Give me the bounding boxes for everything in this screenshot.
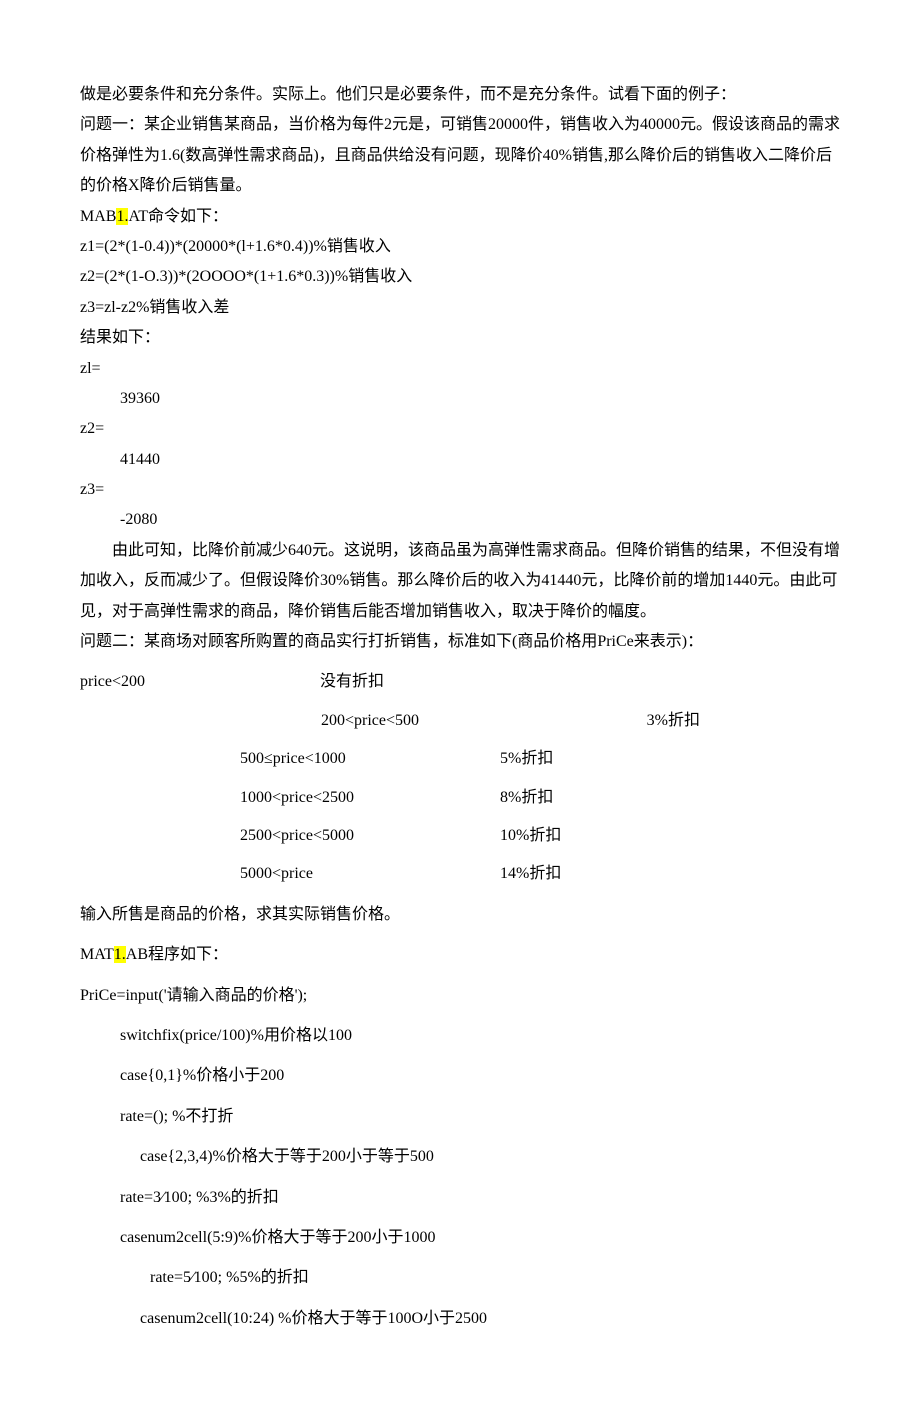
code-line: z2=(2*(1-O.3))*(2OOOO*(1+1.6*0.3))%销售收入 — [80, 262, 840, 292]
discount-table: price<200 没有折扣 200<price<500 3%折扣 500≤pr… — [80, 667, 840, 889]
table-row: 1000<price<2500 8%折扣 — [80, 783, 840, 813]
text: AT命令如下： — [128, 208, 228, 225]
text: MAB — [80, 208, 116, 225]
discount-value: 没有折扣 — [320, 667, 384, 697]
discount-value: 5%折扣 — [500, 744, 700, 774]
paragraph: 问题一：某企业销售某商品，当价格为每件2元是，可销售20000件，销售收入为40… — [80, 110, 840, 201]
price-range: 500≤price<1000 — [240, 744, 500, 774]
code-line: case{0,1}%价格小于200 — [80, 1061, 840, 1091]
paragraph: 由此可知，比降价前减少640元。这说明，该商品虽为高弹性需求商品。但降价销售的结… — [80, 536, 840, 627]
code-line: zl= — [80, 354, 840, 384]
paragraph: 问题二：某商场对顾客所购置的商品实行打折销售，标准如下(商品价格用PriCe来表… — [80, 627, 840, 657]
spacer — [80, 821, 240, 851]
price-range: 2500<price<5000 — [240, 821, 500, 851]
discount-value: 10%折扣 — [500, 821, 700, 851]
code-line: casenum2cell(5:9)%价格大于等于200小于1000 — [80, 1223, 840, 1253]
code-line: rate=(); %不打折 — [80, 1102, 840, 1132]
table-row: 500≤price<1000 5%折扣 — [80, 744, 840, 774]
code-line: z2= — [80, 414, 840, 444]
spacer — [80, 706, 240, 736]
spacer — [80, 859, 240, 889]
table-row: 5000<price 14%折扣 — [80, 859, 840, 889]
code-line: 41440 — [80, 445, 840, 475]
price-range: 200<price<500 — [240, 706, 500, 736]
code-line: z1=(2*(1-0.4))*(20000*(l+1.6*0.4))%销售收入 — [80, 232, 840, 262]
price-range: 5000<price — [240, 859, 500, 889]
code-line: rate=3⁄100; %3%的折扣 — [80, 1183, 840, 1213]
table-row: price<200 没有折扣 — [80, 667, 840, 697]
code-line: case{2,3,4)%价格大于等于200小于等于500 — [80, 1142, 840, 1172]
table-row: 2500<price<5000 10%折扣 — [80, 821, 840, 851]
code-line: 39360 — [80, 384, 840, 414]
paragraph: 做是必要条件和充分条件。实际上。他们只是必要条件，而不是充分条件。试看下面的例子… — [80, 80, 840, 110]
discount-value: 14%折扣 — [500, 859, 700, 889]
highlight: 1. — [116, 208, 128, 225]
paragraph: 输入所售是商品的价格，求其实际销售价格。 — [80, 900, 840, 930]
price-range: 1000<price<2500 — [240, 783, 500, 813]
spacer — [80, 783, 240, 813]
spacer — [80, 744, 240, 774]
code-line: z3= — [80, 475, 840, 505]
code-line: switchfix(price/100)%用价格以100 — [80, 1021, 840, 1051]
text: AB程序如下： — [126, 946, 228, 963]
discount-value: 8%折扣 — [500, 783, 700, 813]
discount-value: 3%折扣 — [500, 706, 700, 736]
code-line: -2080 — [80, 505, 840, 535]
code-line: PriCe=input('请输入商品的价格'); — [80, 981, 840, 1011]
text: MAT — [80, 946, 114, 963]
paragraph: MAB1.AT命令如下： — [80, 202, 840, 232]
code-line: z3=zl-z2%销售收入差 — [80, 293, 840, 323]
paragraph: MAT1.AB程序如下： — [80, 940, 840, 970]
code-line: casenum2cell(10:24) %价格大于等于100O小于2500 — [80, 1304, 840, 1334]
text: 结果如下： — [80, 323, 840, 353]
code-line: rate=5⁄100; %5%的折扣 — [80, 1263, 840, 1293]
table-row: 200<price<500 3%折扣 — [80, 706, 840, 736]
price-range: price<200 — [80, 667, 320, 697]
highlight: 1. — [114, 946, 126, 963]
